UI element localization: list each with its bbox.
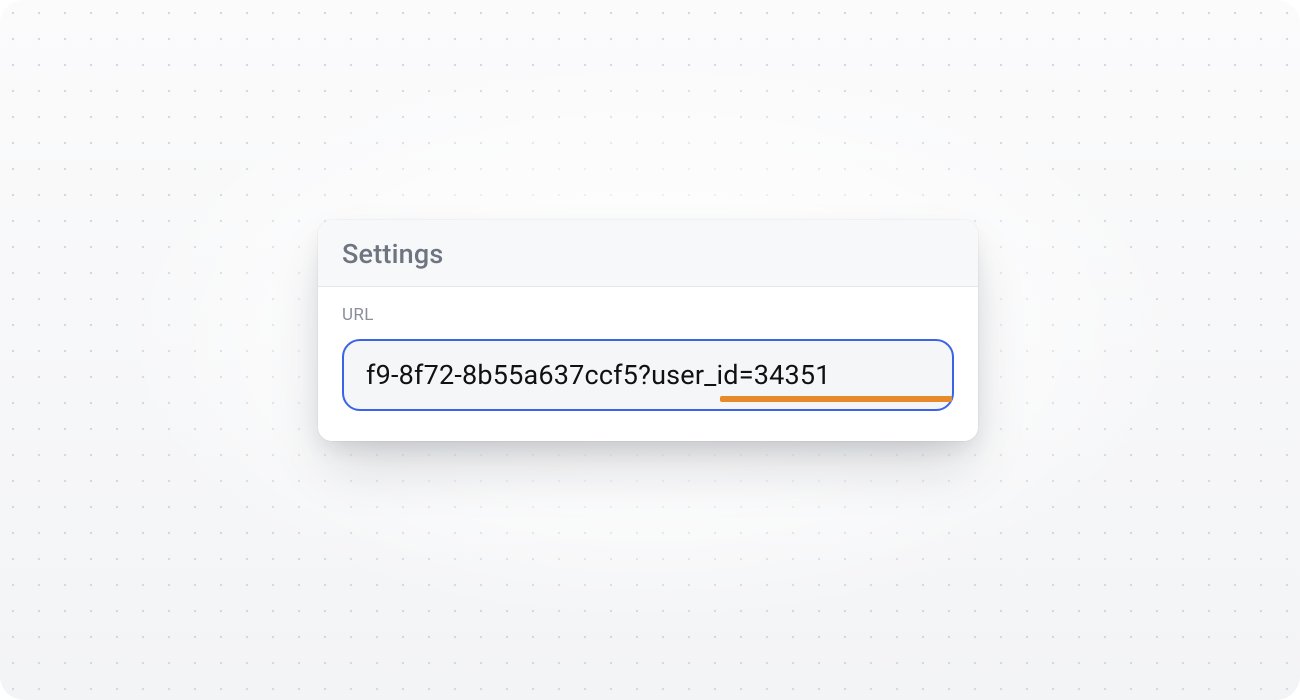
- dotted-canvas: Settings URL: [0, 0, 1300, 700]
- settings-card-body: URL: [318, 287, 978, 441]
- url-input-wrap: [342, 339, 954, 411]
- settings-card: Settings URL: [318, 220, 978, 441]
- settings-title: Settings: [342, 238, 954, 270]
- url-field-label: URL: [342, 305, 954, 325]
- settings-card-header: Settings: [318, 220, 978, 287]
- url-input[interactable]: [342, 339, 954, 411]
